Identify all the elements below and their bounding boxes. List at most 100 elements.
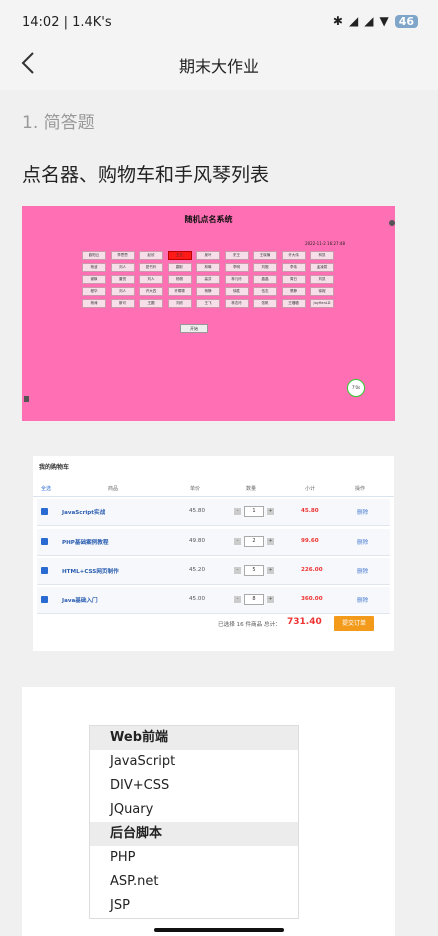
name-cell: 伍志 <box>253 287 277 296</box>
minus-icon: - <box>234 596 241 603</box>
name-cell: 李思思 <box>110 251 135 260</box>
row-checkbox <box>41 596 48 603</box>
col-product: 商品 <box>108 486 119 492</box>
accordion-item: JSP <box>110 898 130 913</box>
cart-header-row: 全选 商品 单价 数量 小计 操作 <box>33 482 394 497</box>
name-cell: 蔡静 <box>281 287 306 296</box>
page-title: 期末大作业 <box>178 57 259 76</box>
name-cell: 斯可 <box>110 299 135 308</box>
accordion-item: DIV+CSS <box>110 778 170 793</box>
qty-value: 1 <box>244 506 264 517</box>
wifi-icon: ▼ <box>379 14 389 28</box>
cart-total: 731.40 <box>287 617 322 627</box>
page-indicator-icon <box>24 396 29 402</box>
subtotal: 99.60 <box>301 538 319 544</box>
plus-icon: + <box>267 508 274 515</box>
accordion-item: PHP <box>110 850 136 865</box>
submit-order-button: 提交订单 <box>334 616 374 631</box>
rollcall-screenshot: 随机点名系统 2022-11-2 16:27:48 欧阳云 李思思 赵欣 王五 吴叶 史王… <box>22 206 395 421</box>
product-name: Java基础入门 <box>62 598 98 604</box>
name-cell: 刘人 <box>139 275 163 284</box>
name-cell: 谢枫 <box>82 275 106 284</box>
name-cell: 许大四 <box>139 287 163 296</box>
product-name: PHP基础案例教程 <box>62 540 109 546</box>
name-cell: JayHenLD <box>310 299 334 308</box>
name-cell: 林琳 <box>196 263 220 272</box>
start-button: 开始 <box>180 324 208 333</box>
rollcall-datetime: 2022-11-2 16:27:48 <box>305 241 345 246</box>
name-cell: 刘欣 <box>167 299 192 308</box>
qty-stepper: -1 + <box>234 506 274 517</box>
qty-value: 2 <box>244 536 264 547</box>
name-cell: 董悦 <box>110 275 135 284</box>
accordion-group-header: Web前端 <box>90 726 298 750</box>
col-qty: 数量 <box>246 486 257 492</box>
name-cell: 林凡玲 <box>224 275 249 284</box>
accordion-group-header: 后台脚本 <box>90 822 298 846</box>
content-area[interactable]: 1. 简答题 点名器、购物车和手风琴列表 随机点名系统 2022-11-2 16… <box>0 90 438 936</box>
name-cell: 徐胜 <box>224 287 249 296</box>
name-cell: 王飞 <box>196 299 220 308</box>
section-heading: 1. 简答题 <box>22 113 95 133</box>
home-indicator[interactable] <box>154 928 284 932</box>
delete-link: 删除 <box>357 598 369 604</box>
name-cell: 王圆 <box>139 299 163 308</box>
name-cell: 程华 <box>82 287 106 296</box>
name-grid: 欧阳云 李思思 赵欣 王五 吴叶 史王 王晓楠 许大伟 林凯 杨波 刘人 夏书玲 翻彩 林琳 李明 刘靓 李伟孟… <box>82 251 342 308</box>
col-price: 单价 <box>190 486 201 492</box>
cart-screenshot: 我的购物车 全选 商品 单价 数量 小计 操作 JavaScript实战 45.8… <box>33 456 394 651</box>
cart-row: PHP基础案例教程 49.80-2 +99.60 删除 <box>37 529 390 556</box>
name-cell: 杨波 <box>82 263 106 272</box>
row-checkbox <box>41 538 48 545</box>
name-cell: 杨丽 <box>167 275 192 284</box>
app-header: 期末大作业 <box>0 44 438 82</box>
name-cell: 林志玲 <box>224 299 249 308</box>
name-cell: 王晓楠 <box>253 251 277 260</box>
name-cell: 孟凌尉 <box>310 263 334 272</box>
name-cell: 夏书玲 <box>139 263 163 272</box>
subtotal: 45.80 <box>301 508 319 514</box>
name-cell: 许大伟 <box>281 251 306 260</box>
unit-price: 49.80 <box>189 538 206 544</box>
unit-price: 45.00 <box>189 596 206 602</box>
name-cell: 杨静 <box>196 287 220 296</box>
accordion-item: JQuary <box>110 802 154 817</box>
name-cell: 刘人 <box>110 263 135 272</box>
name-cell: 晶晶 <box>253 275 277 284</box>
name-cell: 李伟 <box>281 263 306 272</box>
col-action: 操作 <box>355 486 366 492</box>
name-cell: 周日 <box>281 275 306 284</box>
accordion-item: JavaScript <box>110 754 176 769</box>
unit-price: 45.80 <box>189 508 206 514</box>
name-cell: 刘靓 <box>253 263 277 272</box>
plus-icon: + <box>267 596 274 603</box>
cart-title: 我的购物车 <box>39 464 70 471</box>
accordion-menu: Web前端 JavaScript DIV+CSS JQuary 后台脚本 PHP ASP.n… <box>89 725 299 919</box>
subtotal: 360.00 <box>301 596 323 602</box>
cart-row: Java基础入门 45.00-8 +360.00 删除 <box>37 587 390 614</box>
cart-row: HTML+CSS网页制作 45.20-5 +226.00 删除 <box>37 558 390 585</box>
name-cell: 史王 <box>224 251 249 260</box>
qty-stepper: -8 + <box>234 594 274 605</box>
name-cell: 许啸啸 <box>167 287 192 296</box>
subtotal: 226.00 <box>301 567 323 573</box>
signal-icon: ◢ <box>348 14 359 28</box>
accordion-item: ASP.net <box>110 874 159 889</box>
cart-summary: 已选择 16 件商品 总计： <box>218 622 281 628</box>
timer-badge: 7'0s <box>347 379 365 397</box>
col-select-all: 全选 <box>41 486 52 492</box>
name-cell: 林凯 <box>310 251 334 260</box>
signal-icon-2: ◢ <box>364 14 374 28</box>
plus-icon: + <box>267 538 274 545</box>
name-cell: 吴叶 <box>196 251 220 260</box>
qty-value: 5 <box>244 565 264 576</box>
name-cell: 李明 <box>224 263 249 272</box>
product-name: HTML+CSS网页制作 <box>62 569 119 575</box>
status-bar: 14:02 | 1.4K's ✱ ◢ ◢ ▼ 46 <box>0 0 438 44</box>
delete-link: 删除 <box>357 540 369 546</box>
qty-value: 8 <box>244 594 264 605</box>
delete-link: 删除 <box>357 569 369 575</box>
name-cell: 杨涛 <box>82 299 106 308</box>
status-time: 14:02 | 1.4K's <box>22 15 112 30</box>
rollcall-title: 随机点名系统 <box>184 215 233 224</box>
